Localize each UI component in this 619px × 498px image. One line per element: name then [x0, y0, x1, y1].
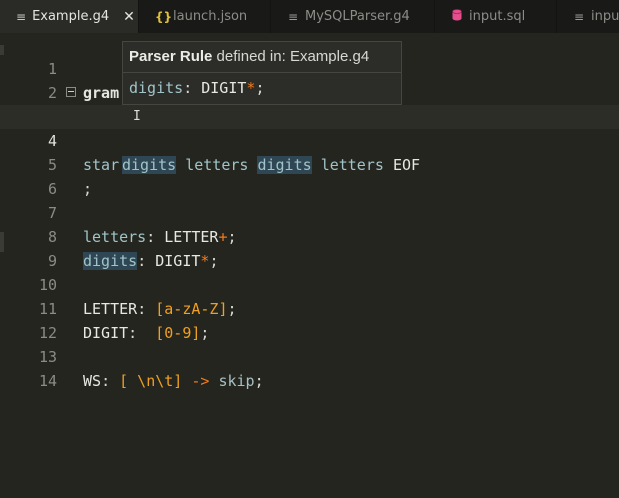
code-line: 9 — [0, 225, 619, 270]
lines-icon: ≡ — [573, 9, 585, 24]
tab-input-sql[interactable]: input.sql — [435, 0, 557, 33]
fold-toggle-icon[interactable] — [66, 87, 76, 97]
tab-label: launch.json — [173, 9, 248, 24]
braces-icon: {} — [155, 9, 173, 24]
tab-example-g4[interactable]: ≡ Example.g4 ✕ — [0, 0, 139, 33]
code-line: 11 DIGIT: [0-9]; — [0, 273, 619, 342]
tab-label: MySQLParser.g4 — [305, 9, 410, 24]
tab-launch-json[interactable]: {} launch.json — [139, 0, 271, 33]
tab-mysqlparser-g4[interactable]: ≡ MySQLParser.g4 — [271, 0, 435, 33]
code-line-current: 4 digits letters digits letters EOF — [0, 105, 619, 174]
code-line: 10 LETTER: [a-zA-Z]; — [0, 249, 619, 318]
tab-label: Example.g4 — [32, 9, 110, 24]
lines-icon: ≡ — [16, 9, 27, 24]
code-line: 7 letters: LETTER+; — [0, 177, 619, 246]
hover-title: Parser Rule defined in: Example.g4 — [123, 42, 401, 73]
close-icon[interactable]: ✕ — [123, 9, 135, 25]
code-line: 14 — [0, 345, 619, 390]
code-line: 6 — [0, 153, 619, 198]
tab-label: input. — [591, 9, 619, 24]
line-number: 14 — [38, 372, 57, 390]
lines-icon: ≡ — [287, 9, 299, 24]
tab-label: input.sql — [469, 9, 526, 24]
database-icon — [451, 9, 463, 24]
editor-tab-bar: ≡ Example.g4 ✕ {} launch.json ≡ MySQLPar… — [0, 0, 619, 33]
lexer-rule-ws: WS — [83, 372, 102, 390]
code-line: 5 ; — [0, 129, 619, 198]
hover-tooltip: Parser Rule defined in: Example.g4 digit… — [122, 41, 402, 105]
code-line: 12 — [0, 297, 619, 342]
hover-definition: digits: DIGIT*; — [129, 79, 265, 97]
code-line: 13 WS: [ \n\t] -> skip; — [0, 321, 619, 390]
text-cursor-icon: I — [133, 109, 141, 124]
tab-input-partial[interactable]: ≡ input. — [557, 0, 619, 33]
code-line: 8 digits: DIGIT*; — [0, 201, 619, 270]
